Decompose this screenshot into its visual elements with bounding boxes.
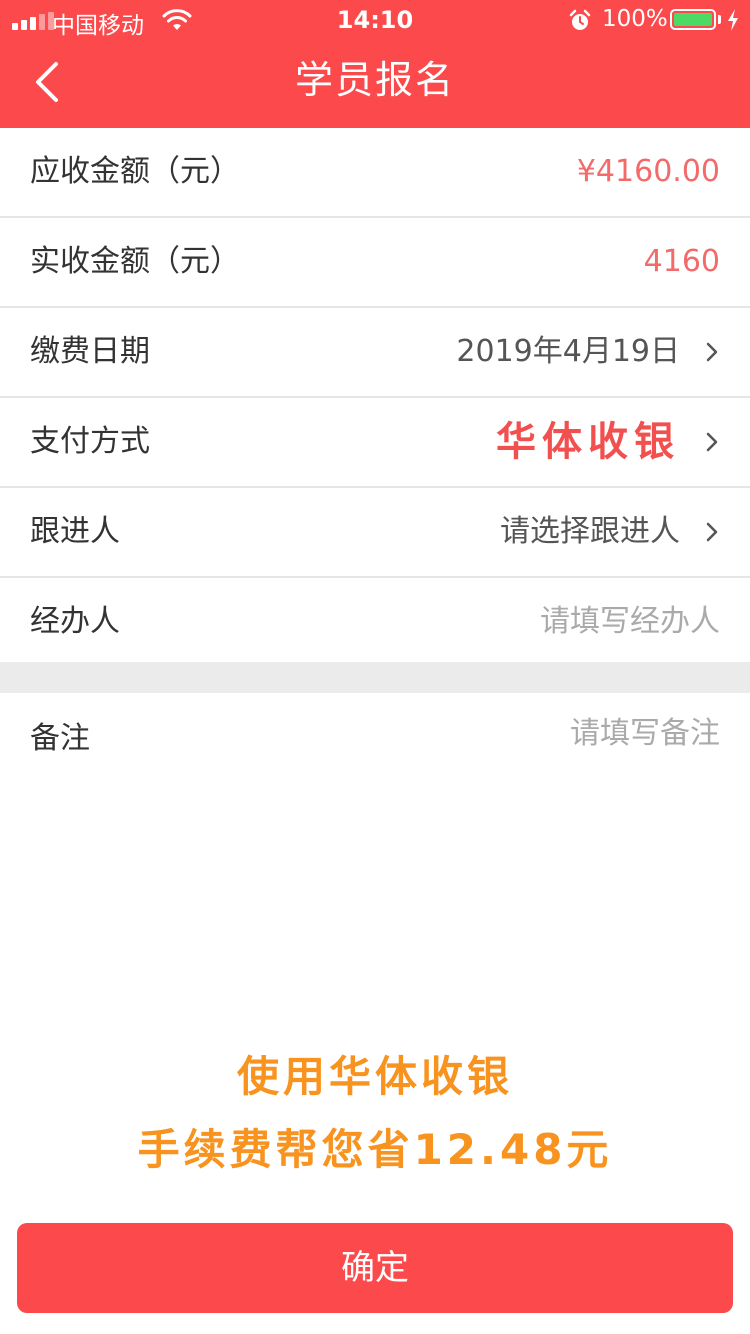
payment-method-label: 支付方式 (30, 424, 150, 459)
payment-date-value[interactable]: 2019年4月19日 (456, 308, 680, 396)
chevron-right-icon (706, 342, 718, 362)
battery-icon (670, 9, 716, 30)
promo-line-1: 使用华体收银 (236, 1052, 513, 1101)
received-amount-value[interactable]: 4160 (644, 218, 720, 306)
received-amount-label: 实收金额（元） (30, 244, 240, 279)
alarm-icon (569, 9, 591, 30)
follow-up-person-select[interactable]: 请选择跟进人 (500, 488, 680, 576)
charging-bolt-icon (728, 9, 738, 31)
remark-row: 备注 (0, 693, 750, 783)
payment-date-row[interactable]: 缴费日期 2019年4月19日 (0, 308, 750, 398)
registration-page: 中国移动 14:10 100% 学员报名 应收金额（元） ¥4160.00 实收… (0, 0, 750, 1334)
remark-input[interactable] (300, 711, 720, 755)
promo-banner: 使用华体收银 手续费帮您省12.48元 (0, 1045, 750, 1185)
receivable-amount-value: ¥4160.00 (576, 154, 720, 189)
payment-date-label: 缴费日期 (30, 334, 150, 369)
battery-nub (718, 15, 721, 24)
handler-label: 经办人 (30, 604, 120, 639)
follow-up-person-row[interactable]: 跟进人 请选择跟进人 (0, 488, 750, 578)
handler-input[interactable]: 请填写经办人 (540, 578, 720, 666)
battery-fill (674, 13, 712, 26)
registration-form: 应收金额（元） ¥4160.00 实收金额（元） 4160 缴费日期 2019年… (0, 128, 750, 666)
payment-method-value[interactable]: 华体收银 (496, 398, 680, 486)
receivable-amount-label: 应收金额（元） (30, 154, 240, 189)
top-bar: 中国移动 14:10 100% 学员报名 (0, 0, 750, 128)
confirm-button[interactable]: 确定 (17, 1223, 733, 1313)
promo-line-2: 手续费帮您省12.48元 (137, 1125, 613, 1174)
payment-method-row[interactable]: 支付方式 华体收银 (0, 398, 750, 488)
receivable-amount-row: 应收金额（元） ¥4160.00 (0, 128, 750, 218)
remark-label: 备注 (30, 721, 90, 756)
handler-row[interactable]: 经办人 请填写经办人 (0, 578, 750, 666)
status-bar: 中国移动 14:10 100% (0, 0, 750, 40)
battery-percent: 100% (602, 6, 668, 32)
received-amount-row[interactable]: 实收金额（元） 4160 (0, 218, 750, 308)
chevron-right-icon (706, 522, 718, 542)
page-title: 学员报名 (294, 58, 455, 102)
section-divider (0, 662, 750, 693)
chevron-right-icon (706, 432, 718, 452)
follow-up-person-label: 跟进人 (30, 514, 120, 549)
